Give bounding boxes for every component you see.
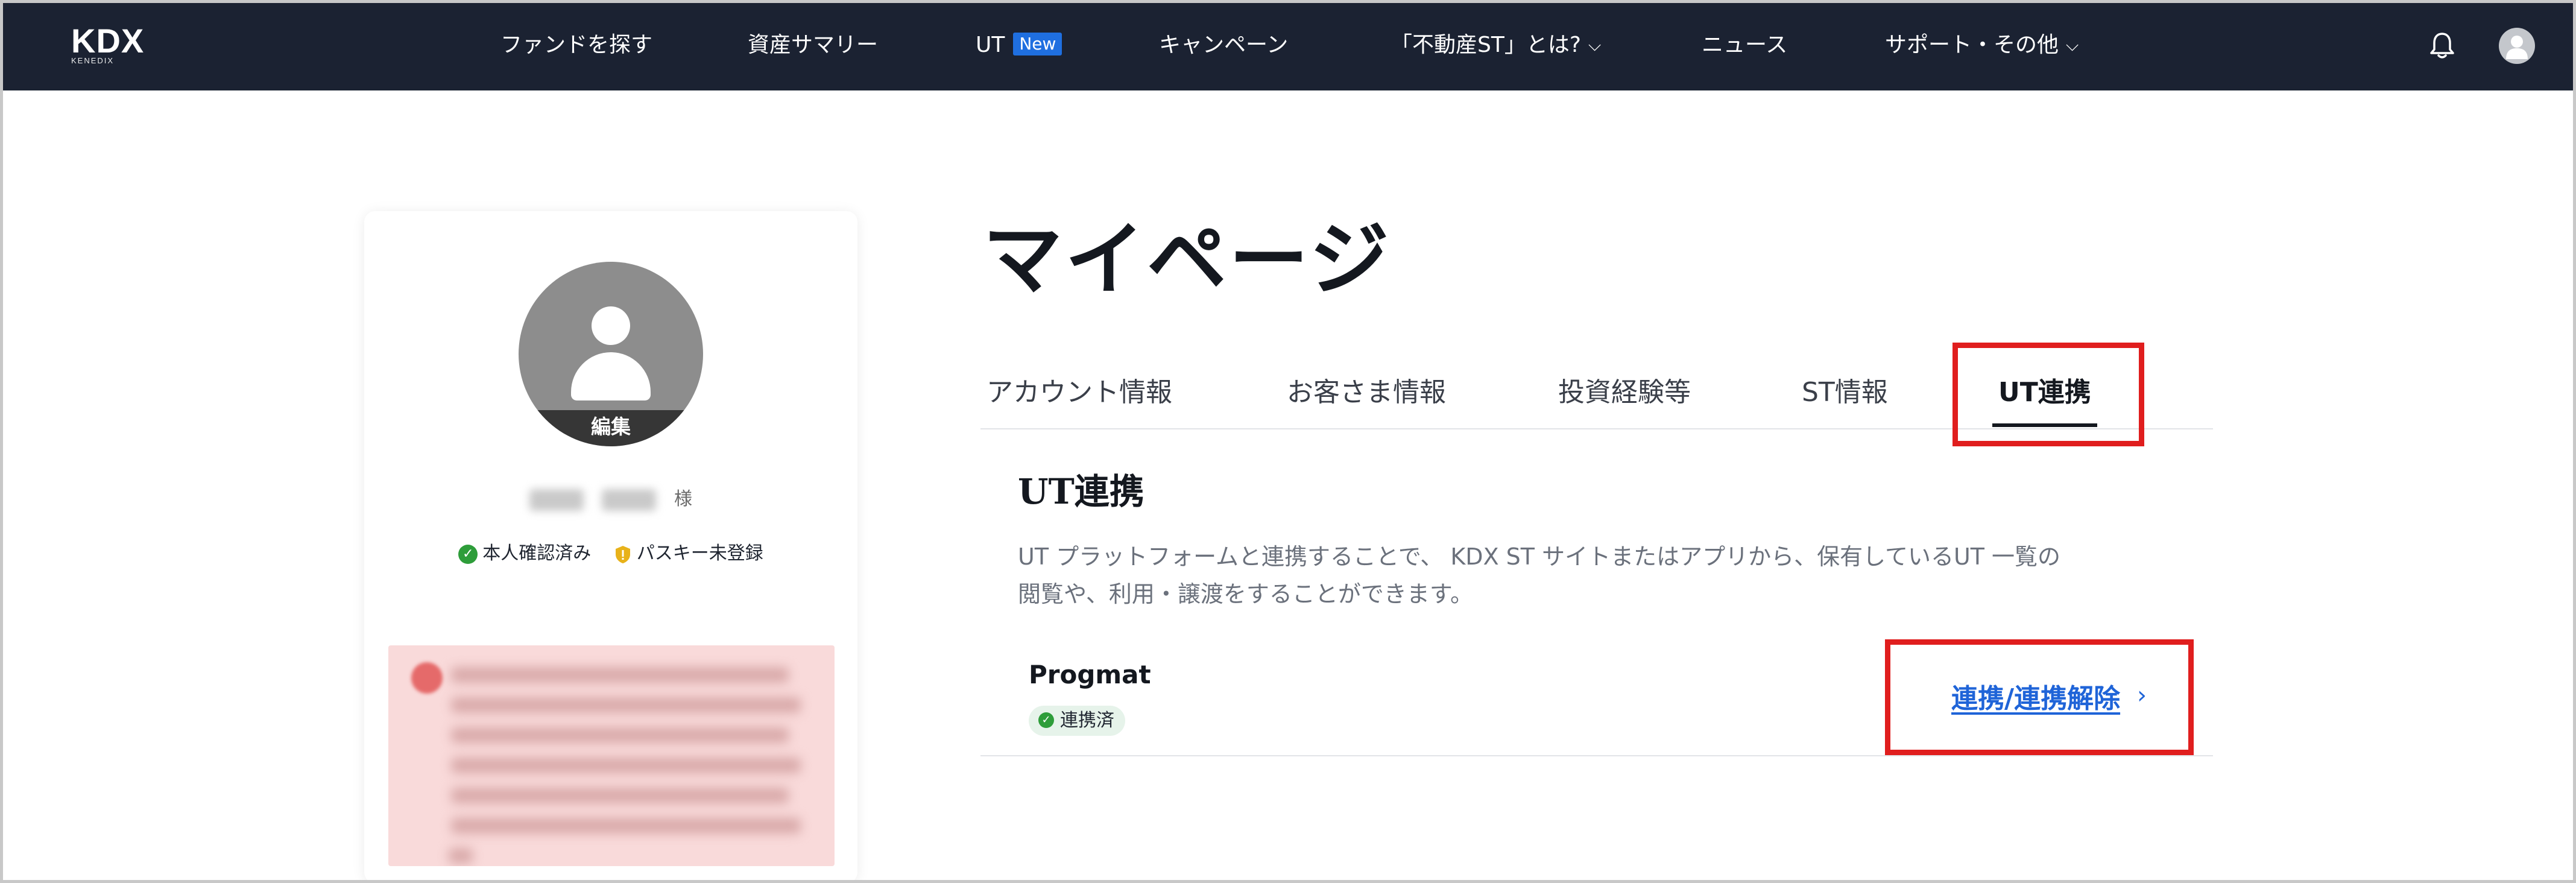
blurred-text-line [451, 667, 789, 683]
user-name-row: 様 [364, 484, 857, 511]
user-avatar-icon[interactable] [2499, 28, 2535, 64]
nav-news[interactable]: ニュース [1702, 30, 1787, 60]
profile-avatar[interactable]: 編集 [519, 262, 703, 446]
logo-subtext: KENEDIX [71, 56, 115, 65]
nav-ut[interactable]: UT New [976, 30, 1062, 60]
kdx-logo[interactable]: KDX KENEDIX [71, 24, 144, 65]
alert-icon [411, 662, 443, 694]
bell-icon[interactable] [2429, 30, 2455, 60]
linked-status-badge: ✓ 連携済 [1029, 706, 1125, 736]
service-name: Progmat [1029, 660, 1151, 689]
passkey-status: パスキー未登録 [614, 538, 763, 565]
tab-st-info[interactable]: ST情報 [1802, 370, 1888, 409]
badge-label: 連携済 [1060, 710, 1114, 731]
name-suffix: 様 [674, 489, 692, 510]
profile-card: 編集 様 ✓ 本人確認済み パスキー未登録 [364, 211, 857, 883]
nav-asset-summary[interactable]: 資産サマリー [748, 30, 878, 60]
nav-label: 「不動産ST」とは? [1391, 33, 1581, 57]
blurred-text-line [451, 758, 801, 773]
nav-label: サポート・その他 [1885, 33, 2059, 57]
new-badge: New [1013, 33, 1062, 55]
identity-verified-status: ✓ 本人確認済み [458, 538, 591, 565]
tab-investment-experience[interactable]: 投資経験等 [1558, 370, 1691, 409]
tab-ut-link[interactable]: UT連携 [1998, 370, 2091, 409]
blurred-text-line [451, 788, 789, 803]
chevron-right-icon[interactable]: › [2137, 682, 2147, 709]
nav-label: キャンペーン [1159, 33, 1289, 57]
logo-text: KDX [71, 22, 145, 60]
row-divider [980, 755, 2213, 756]
section-title: UT連携 [1018, 471, 1144, 512]
nav-label: 資産サマリー [748, 33, 879, 57]
shield-warning-icon [615, 545, 630, 563]
section-description: UT プラットフォームと連携することで、 KDX ST サイトまたはアプリから、… [1018, 538, 2176, 613]
top-navigation-bar: KDX KENEDIX ファンドを探す 資産サマリー UT New キャンペーン … [0, 0, 2576, 90]
description-line: 閲覧や、利用・譲渡をすることができます。 [1018, 581, 1474, 607]
nav-label: ニュース [1702, 33, 1788, 57]
description-line: UT プラットフォームと連携することで、 KDX ST サイトまたはアプリから、… [1018, 543, 2061, 570]
check-circle-icon: ✓ [1038, 712, 1054, 728]
chevron-down-icon: ⌵ [2066, 35, 2079, 55]
check-circle-icon: ✓ [458, 544, 478, 564]
blurred-last-name [529, 489, 584, 511]
blurred-first-name [602, 489, 656, 511]
chevron-down-icon: ⌵ [1588, 35, 1602, 55]
blurred-text-line [449, 848, 473, 864]
mypage-tabs: アカウント情報 お客さま情報 投資経験等 ST情報 UT連携 [980, 346, 2213, 429]
nav-find-funds[interactable]: ファンドを探す [500, 30, 652, 60]
tab-customer-info[interactable]: お客さま情報 [1287, 370, 1446, 409]
avatar-head-shape [592, 306, 630, 345]
blurred-text-line [451, 697, 801, 713]
page-title: マイページ [983, 213, 1392, 306]
nav-about-real-estate-st[interactable]: 「不動産ST」とは? ⌵ [1391, 30, 1601, 60]
nav-campaign[interactable]: キャンペーン [1159, 30, 1288, 60]
blurred-notice-panel [388, 645, 835, 866]
link-unlink-button[interactable]: 連携/連携解除 [1951, 677, 2120, 715]
tab-account-info[interactable]: アカウント情報 [987, 370, 1172, 409]
avatar-body-shape [571, 352, 651, 400]
blurred-text-line [451, 727, 789, 743]
active-tab-indicator [1992, 423, 2097, 427]
nav-label: ファンドを探す [500, 33, 653, 57]
nav-support-other[interactable]: サポート・その他 ⌵ [1885, 30, 2079, 60]
blurred-text-line [451, 818, 801, 834]
edit-avatar-button[interactable]: 編集 [519, 410, 703, 446]
status-label: 本人確認済み [482, 543, 592, 564]
account-status-row: ✓ 本人確認済み パスキー未登録 [364, 538, 857, 565]
status-label: パスキー未登録 [636, 543, 763, 564]
nav-label: UT [976, 33, 1005, 57]
